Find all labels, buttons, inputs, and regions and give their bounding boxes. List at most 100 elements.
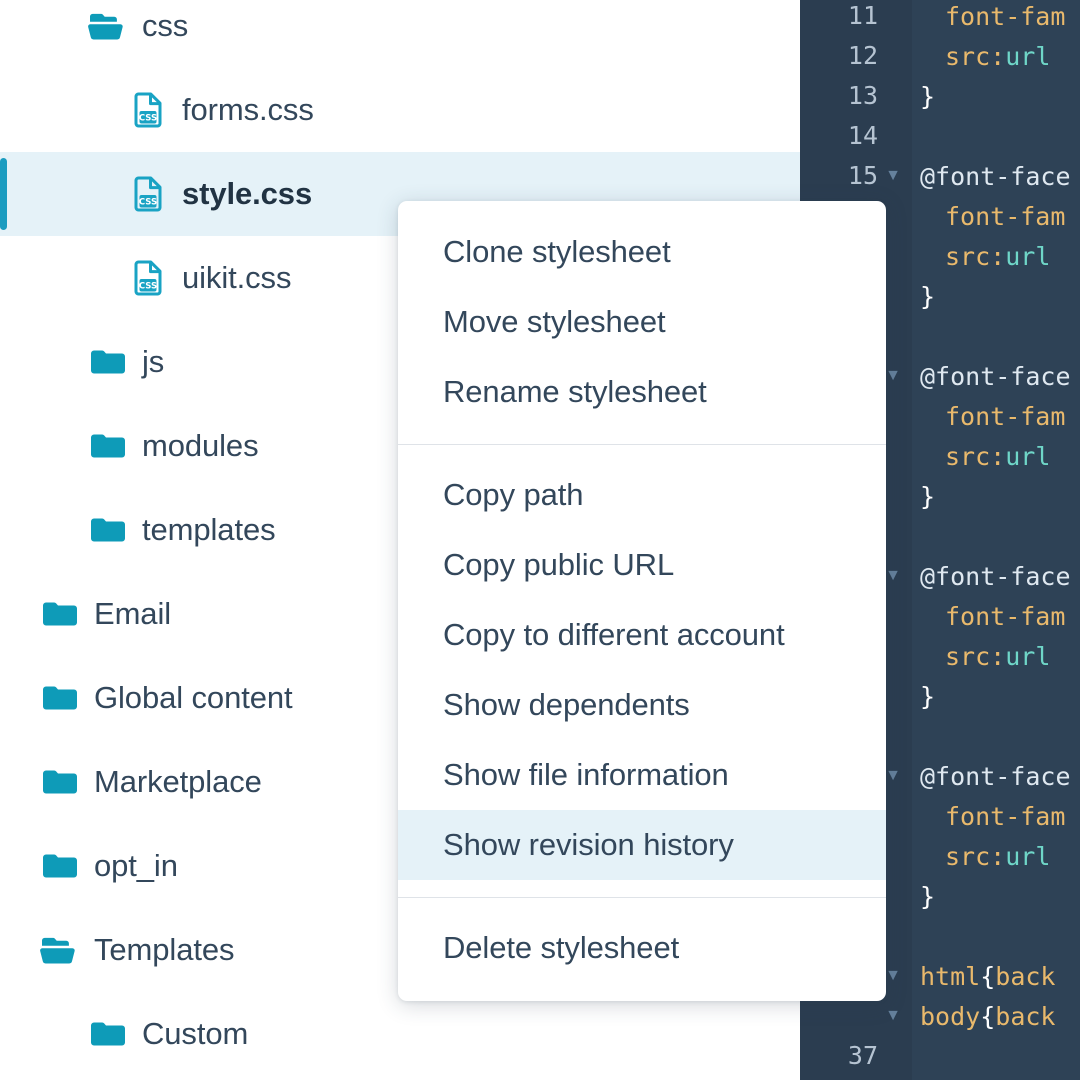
code-token: src: — [945, 641, 1006, 671]
tree-item-label: css — [142, 8, 189, 43]
code-token: font-fam — [945, 601, 1066, 631]
code-token: @font-face — [920, 361, 1071, 391]
tree-item-label: opt_in — [94, 848, 178, 883]
menu-item[interactable]: Rename stylesheet — [398, 357, 886, 427]
menu-divider — [398, 897, 886, 898]
code-line: body {back — [912, 996, 1056, 1036]
menu-divider — [398, 444, 886, 445]
menu-item[interactable]: Copy path — [398, 460, 886, 530]
tree-row[interactable]: css — [0, 0, 800, 68]
code-token: } — [920, 281, 936, 311]
tree-item-label: js — [142, 344, 165, 379]
folder-icon — [88, 1014, 128, 1054]
tree-item-label: Custom — [142, 1016, 249, 1051]
menu-item[interactable]: Move stylesheet — [398, 287, 886, 357]
menu-item[interactable]: Show dependents — [398, 670, 886, 740]
tree-row[interactable]: CSS forms.css — [0, 68, 800, 152]
line-number: 37 — [847, 1041, 878, 1070]
tree-item-label: templates — [142, 512, 276, 547]
line-number: 38 — [800, 1076, 878, 1080]
code-line: @font-face — [912, 356, 1071, 396]
fold-triangle-icon[interactable]: ▼ — [884, 556, 902, 596]
code-line: @font-face — [912, 756, 1071, 796]
tree-item-label: Templates — [94, 932, 235, 967]
menu-item[interactable]: Show revision history — [398, 810, 886, 880]
fold-triangle-icon[interactable]: ▼ — [884, 996, 902, 1036]
folder-icon — [40, 762, 80, 802]
fold-triangle-icon[interactable]: ▼ — [884, 956, 902, 996]
code-token: back — [995, 1001, 1056, 1031]
code-line: } — [912, 276, 935, 316]
line-number: 14 — [847, 121, 878, 150]
line-number: 13 — [847, 81, 878, 110]
code-token: url — [1005, 441, 1051, 471]
line-number: 15 — [847, 161, 878, 190]
folder-icon — [40, 594, 80, 634]
code-line: } — [912, 76, 935, 116]
code-token: src: — [945, 241, 1006, 271]
tree-item-label: style.css — [182, 176, 313, 211]
tree-row[interactable]: Custom — [0, 992, 800, 1076]
code-token: @font-face — [920, 761, 1071, 791]
folder-icon — [40, 678, 80, 718]
code-line: @font-face — [912, 156, 1071, 196]
code-token: } — [920, 481, 936, 511]
code-token: font-fam — [945, 201, 1066, 231]
code-line: src: url — [912, 236, 1050, 276]
svg-text:CSS: CSS — [139, 198, 157, 208]
svg-text:CSS: CSS — [139, 114, 157, 124]
tree-item-label: modules — [142, 428, 259, 463]
code-line: font-fam — [912, 396, 1065, 436]
code-line: html {back — [912, 956, 1056, 996]
css-file-icon: CSS — [128, 258, 168, 298]
code-line: src: url — [912, 636, 1050, 676]
code-token: } — [920, 881, 936, 911]
code-line: src: url — [912, 436, 1050, 476]
code-line: src: url — [912, 36, 1050, 76]
folder-icon — [88, 426, 128, 466]
context-menu[interactable]: Clone stylesheet Move stylesheet Rename st… — [398, 201, 886, 1001]
fold-triangle-icon[interactable]: ▼ — [884, 356, 902, 396]
menu-item[interactable]: Show file information — [398, 740, 886, 810]
tree-item-label: Marketplace — [94, 764, 262, 799]
fold-triangle-icon[interactable]: ▼ — [884, 156, 902, 196]
tree-item-label: uikit.css — [182, 260, 292, 295]
svg-text:CSS: CSS — [139, 282, 157, 292]
code-token: @font-face — [920, 161, 1071, 191]
folder-open-icon — [88, 6, 128, 46]
menu-item[interactable]: Copy public URL — [398, 530, 886, 600]
code-token: url — [1005, 41, 1051, 71]
folder-icon — [88, 510, 128, 550]
code-token: @font-face — [920, 561, 1071, 591]
css-file-icon: CSS — [128, 174, 168, 214]
code-token: url — [1005, 641, 1051, 671]
code-token: } — [920, 81, 936, 111]
code-line: } — [912, 676, 935, 716]
code-token: src: — [945, 841, 1006, 871]
tree-item-label: forms.css — [182, 92, 314, 127]
code-line: font-fam — [912, 0, 1065, 36]
code-token: src: — [945, 441, 1006, 471]
code-token: body — [920, 1001, 981, 1031]
code-token: { — [980, 1001, 996, 1031]
code-token: src: — [945, 41, 1006, 71]
code-line: font-fam — [912, 196, 1065, 236]
code-line: @font-face — [912, 556, 1071, 596]
menu-item[interactable]: Delete stylesheet — [398, 913, 886, 983]
code-line: } — [912, 876, 935, 916]
menu-item[interactable]: Clone stylesheet — [398, 217, 886, 287]
fold-triangle-icon[interactable]: ▼ — [884, 756, 902, 796]
code-line: } — [912, 476, 935, 516]
editor-code-area[interactable]: font-fam src: url} @font-face font-fam src: … — [912, 0, 1080, 1080]
code-token: back — [995, 961, 1056, 991]
menu-item[interactable]: Copy to different account — [398, 600, 886, 670]
code-token: font-fam — [945, 801, 1066, 831]
code-token: } — [920, 681, 936, 711]
code-line: font-fam — [912, 796, 1065, 836]
code-line: src: url — [912, 836, 1050, 876]
